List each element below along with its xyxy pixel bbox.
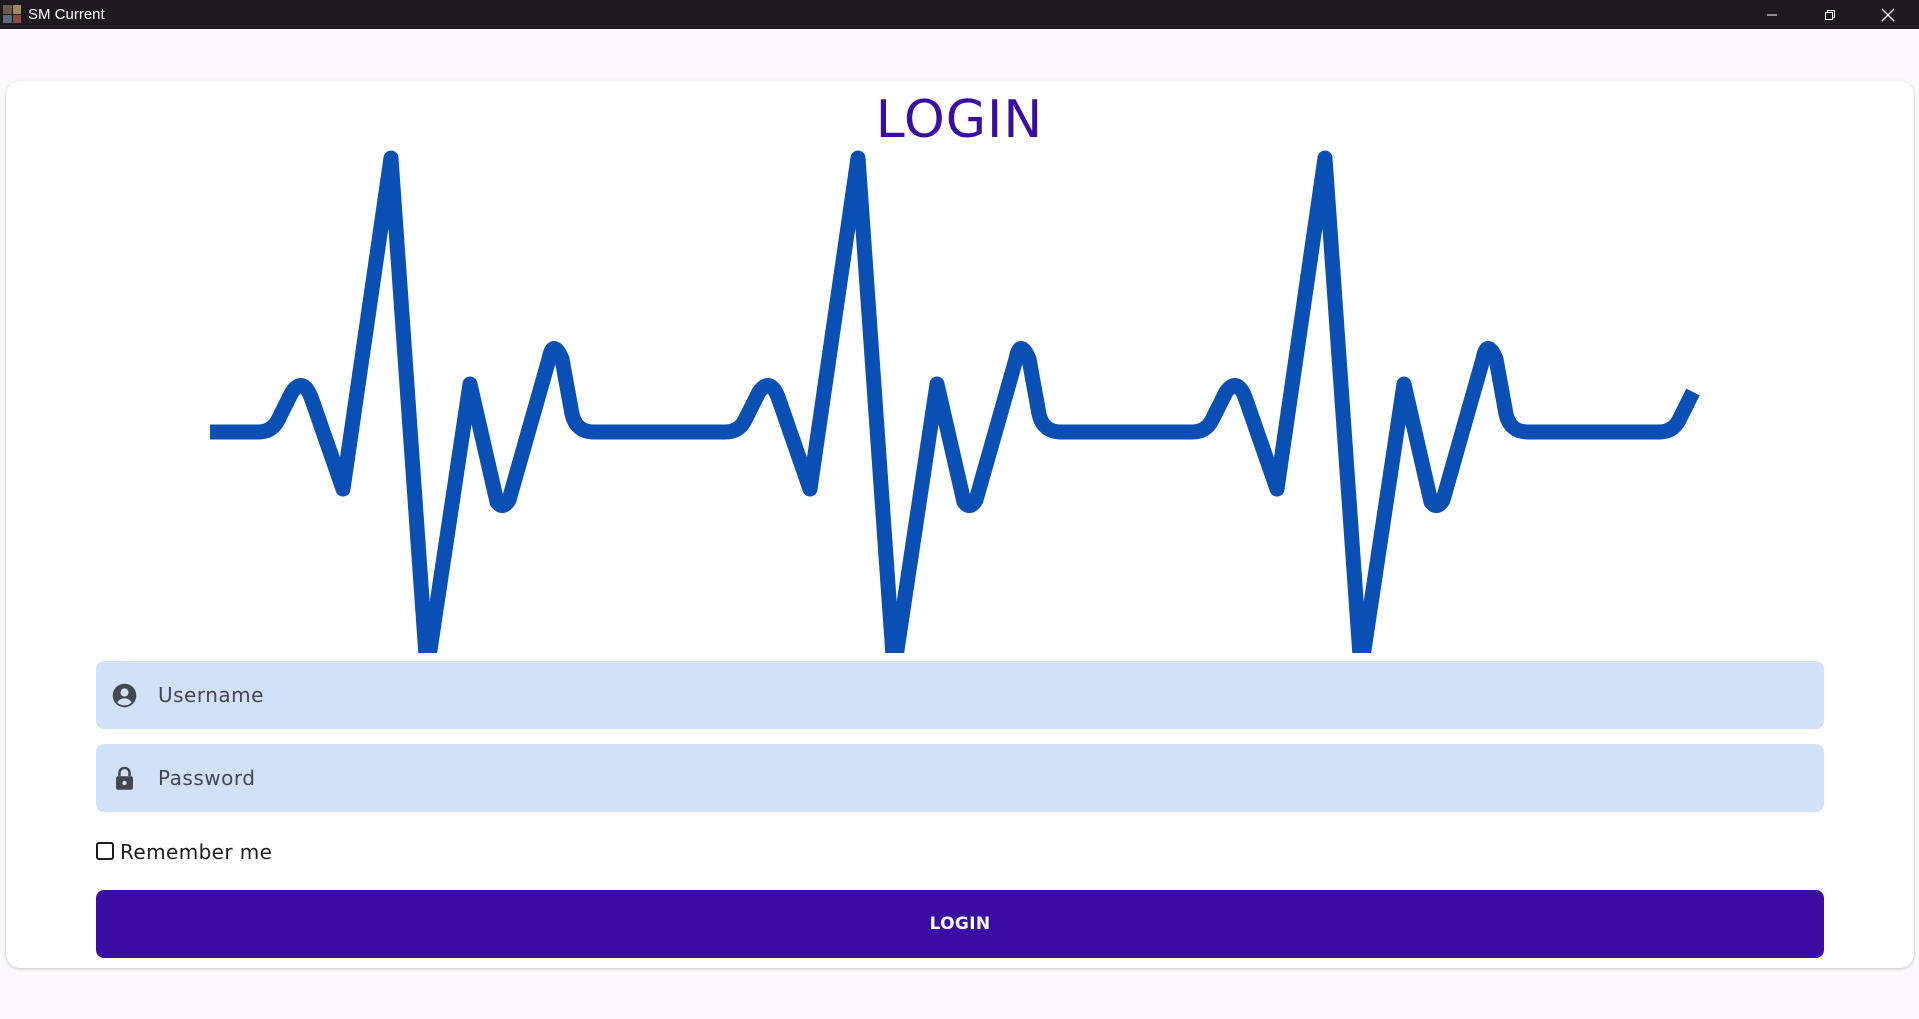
app-icon bbox=[3, 5, 21, 23]
password-input[interactable] bbox=[158, 744, 1798, 812]
account-circle-icon bbox=[112, 683, 137, 708]
minimize-button[interactable] bbox=[1743, 0, 1801, 29]
close-icon bbox=[1881, 8, 1895, 21]
username-field[interactable] bbox=[96, 661, 1824, 729]
close-button[interactable] bbox=[1859, 0, 1917, 29]
restore-button[interactable] bbox=[1801, 0, 1859, 29]
login-button[interactable]: LOGIN bbox=[96, 890, 1824, 958]
minimize-icon bbox=[1767, 14, 1777, 15]
ecg-waveform bbox=[210, 150, 1700, 653]
restore-icon bbox=[1825, 9, 1835, 20]
login-heading: LOGIN bbox=[875, 90, 1044, 150]
password-field[interactable] bbox=[96, 744, 1824, 812]
window-title: SM Current bbox=[28, 6, 105, 23]
heartbeat-illustration bbox=[210, 150, 1700, 653]
remember-me[interactable]: Remember me bbox=[96, 838, 272, 866]
window-titlebar: SM Current bbox=[0, 0, 1919, 29]
remember-me-label: Remember me bbox=[120, 840, 273, 864]
remember-me-checkbox[interactable] bbox=[96, 841, 114, 860]
lock-icon bbox=[116, 766, 133, 790]
username-input[interactable] bbox=[158, 661, 1798, 729]
